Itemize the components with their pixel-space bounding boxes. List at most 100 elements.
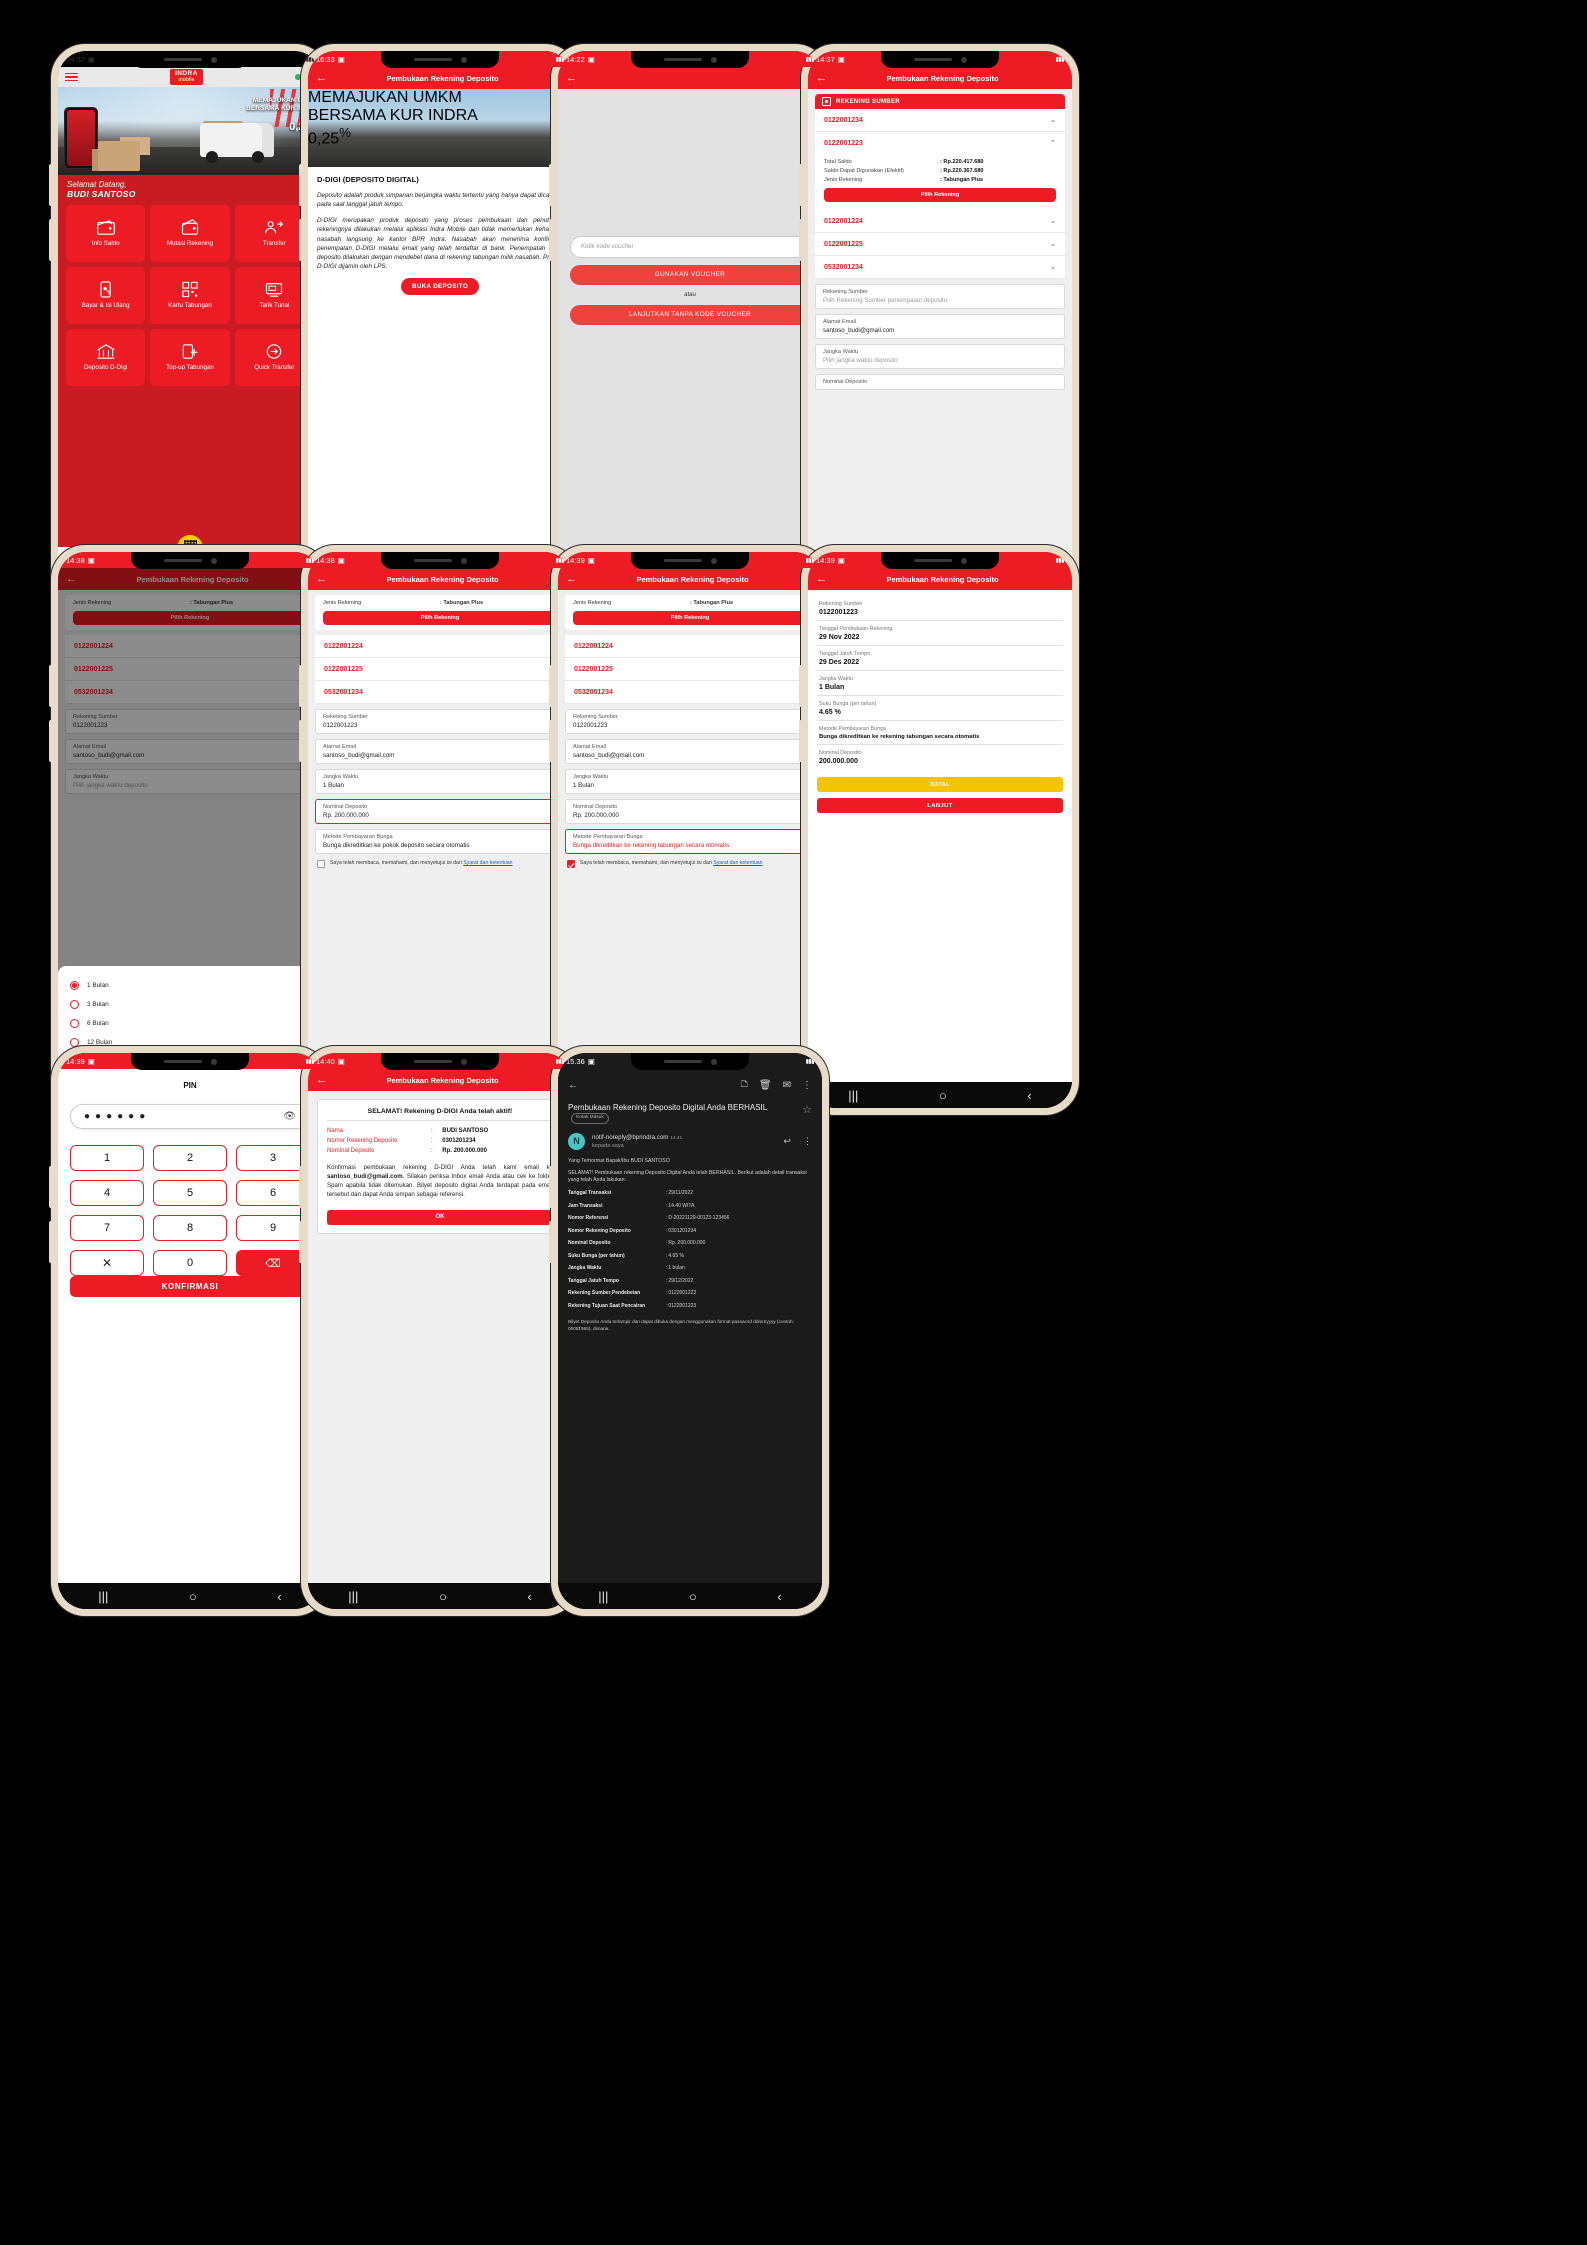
back-button[interactable]: ‹ bbox=[527, 1590, 531, 1603]
chevron-down-icon: ⌄ bbox=[1050, 218, 1056, 225]
konfirmasi-button[interactable]: KONFIRMASI bbox=[70, 1276, 310, 1297]
home-button[interactable]: ○ bbox=[189, 1590, 197, 1603]
archive-icon[interactable]: 🗅 bbox=[741, 1077, 748, 1094]
back-arrow-icon[interactable]: ← bbox=[568, 1080, 578, 1091]
back-arrow-icon[interactable]: ← bbox=[566, 573, 577, 585]
tenor-option[interactable]: 3 Bulan bbox=[68, 995, 312, 1014]
back-button[interactable]: ‹ bbox=[777, 1590, 781, 1603]
pilih-rekening-button[interactable]: Pilih Rekening bbox=[323, 611, 557, 625]
back-arrow-icon[interactable]: ← bbox=[316, 72, 327, 84]
field-jangka-waktu[interactable]: Jangka Waktu 1 Bulan bbox=[315, 769, 565, 794]
field-nominal-deposito[interactable]: Nominal Deposito Rp. 200.000.000 bbox=[315, 799, 565, 824]
menu-item-mutasi-rekening[interactable]: Mutasi Rekening bbox=[150, 205, 230, 262]
mark-unread-icon[interactable]: ✉ bbox=[783, 1080, 791, 1091]
promo-banner[interactable]: MEMAJUKAN UMKM BERSAMA KUR INDRA 0,25% bbox=[58, 87, 322, 175]
field-nominal-deposito[interactable]: Nominal Deposito Rp. 200.000.000 bbox=[565, 799, 815, 824]
account-row[interactable]: 0122001225⌄ bbox=[565, 658, 815, 681]
field-jangka-waktu[interactable]: Jangka Waktu 1 Bulan bbox=[565, 769, 815, 794]
home-button[interactable]: ○ bbox=[939, 1089, 947, 1102]
pilih-rekening-button[interactable]: Pilih Rekening bbox=[573, 611, 807, 625]
key-2[interactable]: 2 bbox=[153, 1145, 227, 1171]
field-metode-bunga[interactable]: Metode Pembayaran Bunga Bunga dikreditka… bbox=[315, 829, 565, 854]
field-rekening-sumber[interactable]: Rekening Sumber Pilih Rekening Sumber pe… bbox=[815, 284, 1065, 309]
reply-icon[interactable]: ↩ bbox=[783, 1136, 791, 1147]
account-row[interactable]: 0122001224⌄ bbox=[315, 635, 565, 658]
more-options-icon[interactable]: ⋮ bbox=[803, 1136, 812, 1147]
pin-input[interactable]: ●●●●●● 👁 bbox=[70, 1104, 310, 1129]
key-4[interactable]: 4 bbox=[70, 1180, 144, 1206]
account-row[interactable]: 0532001234⌄ bbox=[315, 681, 565, 704]
field-label: Alamat Email bbox=[323, 744, 356, 750]
terms-link[interactable]: Syarat dan ketentuan bbox=[463, 860, 512, 866]
phone-voucher: 14:22▣ ▮▮▮ ← Ketik kode voucher GUNAKAN … bbox=[549, 44, 829, 614]
back-arrow-icon[interactable]: ← bbox=[566, 72, 577, 84]
field-nominal-deposito[interactable]: Nominal Deposito bbox=[815, 374, 1065, 390]
confirm-value: Bunga dikreditkan ke rekening tabungan s… bbox=[819, 734, 980, 740]
back-button[interactable]: ‹ bbox=[1027, 1089, 1031, 1102]
back-arrow-icon[interactable]: ← bbox=[816, 72, 827, 84]
home-button[interactable]: ○ bbox=[689, 1590, 697, 1603]
menu-icon[interactable] bbox=[65, 71, 78, 84]
account-row[interactable]: 0122001225 ⌄ bbox=[815, 233, 1065, 256]
voucher-code-input[interactable]: Ketik kode voucher bbox=[570, 235, 810, 258]
home-button[interactable]: ○ bbox=[439, 1590, 447, 1603]
field-jangka-waktu[interactable]: Jangka Waktu Pilih jangka waktu deposito bbox=[815, 344, 1065, 369]
back-arrow-icon[interactable]: ← bbox=[816, 573, 827, 585]
back-arrow-icon[interactable]: ← bbox=[316, 573, 327, 585]
recipient-label[interactable]: kepada saya bbox=[592, 1143, 771, 1149]
back-button[interactable]: ‹ bbox=[277, 1590, 281, 1603]
menu-item-deposito-ddigi[interactable]: Deposito D-Digi bbox=[66, 329, 146, 386]
field-rekening-sumber[interactable]: Rekening Sumber 0122001223 bbox=[315, 709, 565, 734]
menu-item-info-saldo[interactable]: Info Saldo bbox=[66, 205, 146, 262]
terms-link[interactable]: Syarat dan ketentuan bbox=[713, 860, 762, 866]
success-key: Nominal Deposito bbox=[327, 1148, 375, 1154]
back-arrow-icon[interactable]: ← bbox=[316, 1074, 327, 1086]
skip-voucher-button[interactable]: LANJUTKAN TANPA KODE VOUCHER bbox=[570, 304, 810, 325]
account-row[interactable]: 0122001225⌄ bbox=[315, 658, 565, 681]
terms-checkbox[interactable] bbox=[317, 860, 325, 868]
star-icon[interactable]: ☆ bbox=[802, 1103, 812, 1117]
success-note: Konfirmasi pembukaan rekening D-DIGI And… bbox=[327, 1163, 553, 1200]
field-alamat-email[interactable]: Alamat Email santoso_budi@gmail.com bbox=[815, 314, 1065, 339]
banner-title-2: BERSAMA KUR INDRA bbox=[308, 107, 478, 124]
recent-apps-button[interactable]: ||| bbox=[848, 1089, 858, 1102]
more-options-icon[interactable]: ⋮ bbox=[802, 1080, 812, 1091]
field-rekening-sumber[interactable]: Rekening Sumber 0122001223 bbox=[565, 709, 815, 734]
batal-button[interactable]: BATAL bbox=[817, 777, 1063, 792]
recent-apps-button[interactable]: ||| bbox=[598, 1590, 608, 1603]
account-row[interactable]: 0532001234 ⌄ bbox=[815, 256, 1065, 279]
key-clear[interactable]: ✕ bbox=[70, 1250, 144, 1276]
ok-button[interactable]: OK bbox=[327, 1209, 553, 1225]
recent-apps-button[interactable]: ||| bbox=[98, 1590, 108, 1603]
key-7[interactable]: 7 bbox=[70, 1215, 144, 1241]
notch bbox=[881, 51, 999, 68]
recent-apps-button[interactable]: ||| bbox=[348, 1590, 358, 1603]
account-row[interactable]: 0122001224⌄ bbox=[565, 635, 815, 658]
account-row[interactable]: 0122001234 ⌄ bbox=[815, 109, 1065, 132]
key-8[interactable]: 8 bbox=[153, 1215, 227, 1241]
pilih-rekening-button[interactable]: Pilih Rekening bbox=[824, 188, 1056, 202]
menu-item-kartu-tabungan[interactable]: Kartu Tabungan bbox=[150, 267, 230, 324]
lanjut-button[interactable]: LANJUT bbox=[817, 798, 1063, 813]
terms-checkbox-row[interactable]: Saya telah membaca, memahami, dan menyet… bbox=[315, 860, 565, 868]
tenor-option[interactable]: 6 Bulan bbox=[68, 1014, 312, 1033]
eye-off-icon[interactable]: 👁 bbox=[283, 1111, 296, 1122]
buka-deposito-button[interactable]: BUKA DEPOSITO bbox=[401, 278, 479, 295]
success-value: Rp. 200.000.000 bbox=[442, 1148, 487, 1154]
status-time: 14:39 bbox=[566, 555, 585, 565]
terms-checkbox-row[interactable]: Saya telah membaca, memahami, dan menyet… bbox=[565, 860, 815, 868]
menu-item-bayar-isi-ulang[interactable]: Bayar & Isi Ulang bbox=[66, 267, 146, 324]
key-1[interactable]: 1 bbox=[70, 1145, 144, 1171]
terms-checkbox-checked[interactable] bbox=[567, 860, 575, 868]
account-row[interactable]: 0122001224 ⌄ bbox=[815, 210, 1065, 233]
key-0[interactable]: 0 bbox=[153, 1250, 227, 1276]
account-row[interactable]: 0532001234⌄ bbox=[565, 681, 815, 704]
menu-item-topup-tabungan[interactable]: Top-up Tabungan bbox=[150, 329, 230, 386]
field-alamat-email[interactable]: Alamat Email santoso_budi@gmail.com bbox=[315, 739, 565, 764]
use-voucher-button[interactable]: GUNAKAN VOUCHER bbox=[570, 264, 810, 285]
tenor-option[interactable]: 1 Bulan bbox=[68, 976, 312, 995]
field-alamat-email[interactable]: Alamat Email santoso_budi@gmail.com bbox=[565, 739, 815, 764]
field-metode-bunga[interactable]: Metode Pembayaran Bunga Bunga dikreditka… bbox=[565, 829, 815, 854]
key-5[interactable]: 5 bbox=[153, 1180, 227, 1206]
delete-icon[interactable]: 🗑 bbox=[759, 1080, 772, 1091]
